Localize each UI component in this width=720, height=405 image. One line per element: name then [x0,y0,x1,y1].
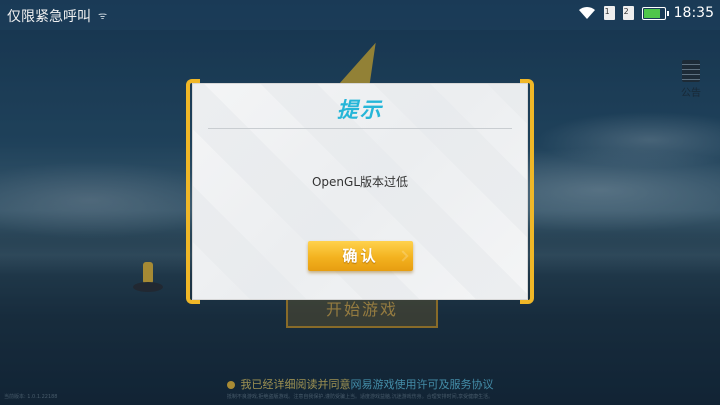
alert-dialog: 提示 OpenGL版本过低 确认 [193,84,527,299]
dialog-title: 提示 [337,98,383,122]
clock-time: 18:35 [673,5,714,21]
dialog-message: OpenGL版本过低 [311,175,409,189]
sim-card-1-icon: 1 [603,6,615,20]
carrier-text: 仅限紧急呼叫 [7,9,91,25]
battery-level-fill [643,8,660,18]
status-bar: 仅限紧急呼叫 ᯤ 1 2 18:35 [0,0,720,30]
signal-small-icon: ᯤ [98,11,108,22]
dialog-divider [208,128,512,129]
confirm-button[interactable]: 确认 [308,241,413,271]
wifi-icon [578,6,595,19]
battery-icon [641,6,669,20]
sim-card-2-icon: 2 [622,6,634,20]
